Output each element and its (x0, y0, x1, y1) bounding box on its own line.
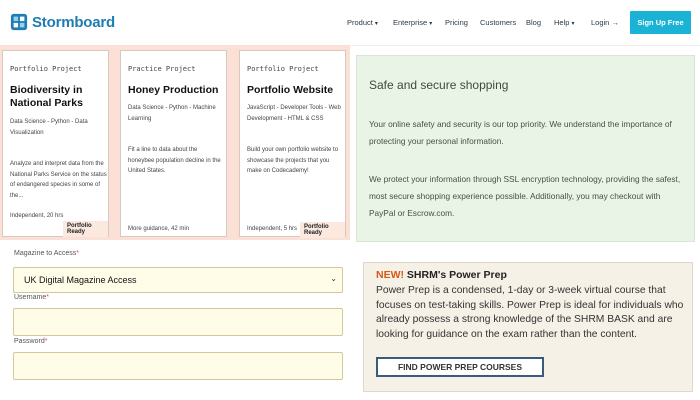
card-title: Portfolio Website (247, 84, 334, 96)
project-card[interactable]: Portfolio Project Portfolio Website Java… (239, 50, 346, 238)
shrm-promo-panel: NEW! SHRM's Power Prep Power Prep is a c… (363, 262, 693, 392)
nav-pricing[interactable]: Pricing (445, 18, 468, 27)
magazine-label-text: Magazine to Access (14, 250, 77, 257)
secure-shopping-panel: Safe and secure shopping Your online saf… (356, 55, 695, 242)
project-card[interactable]: Portfolio Project Biodiversity in Nation… (2, 50, 109, 237)
magazine-select-value: UK Digital Magazine Access (24, 275, 137, 285)
password-field[interactable] (13, 352, 343, 380)
magazine-label: Magazine to Access* (14, 250, 79, 257)
project-card[interactable]: Practice Project Honey Production Data S… (120, 50, 227, 237)
nav-login[interactable]: Login → (591, 18, 619, 27)
card-meta: Independent, 20 hrs (10, 213, 64, 219)
nav-help[interactable]: Help ▾ (554, 18, 574, 27)
logo-text: Stormboard (32, 13, 116, 31)
card-description: Build your own portfolio website to show… (247, 147, 339, 174)
nav-product-label: Product (347, 18, 373, 27)
card-description: Analyze and interpret data from the Nati… (10, 161, 107, 199)
chevron-down-icon: ▾ (374, 21, 378, 27)
card-tags: Data Science - Python - Data Visualizati… (10, 119, 88, 136)
username-field[interactable] (13, 308, 343, 336)
new-label: NEW! (376, 269, 404, 281)
signup-button[interactable]: Sign Up Free (630, 11, 691, 34)
card-tags: JavaScript - Developer Tools - Web Devel… (247, 105, 341, 122)
portfolio-ready-badge: Portfolio Ready (63, 221, 108, 237)
nav-customers[interactable]: Customers (480, 18, 516, 27)
card-meta: Independent, 5 hrs (247, 226, 298, 232)
card-title: Biodiversity in National Parks (10, 84, 83, 109)
magazine-select[interactable]: UK Digital Magazine Access ⌄ (13, 267, 343, 293)
card-type: Practice Project (128, 65, 196, 73)
chevron-down-icon: ▾ (429, 21, 433, 27)
card-type: Portfolio Project (247, 65, 319, 73)
required-mark: * (76, 250, 79, 257)
username-label-text: Username (14, 294, 47, 301)
nav-blog[interactable]: Blog (526, 18, 541, 27)
secure-shopping-paragraph: We protect your information through SSL … (369, 174, 681, 218)
card-title: Honey Production (128, 84, 219, 96)
stormboard-logo-icon (10, 13, 28, 31)
top-navigation: Stormboard Product ▾ Enterprise ▾ Pricing … (0, 0, 700, 46)
secure-shopping-paragraph: Your online safety and security is our t… (369, 119, 672, 146)
card-description: Fit a line to data about the honeybee po… (128, 147, 221, 174)
password-label: Password* (14, 338, 47, 345)
card-meta: More guidance, 42 min (128, 226, 190, 232)
required-mark: * (46, 294, 50, 301)
secure-shopping-title: Safe and secure shopping (369, 78, 509, 92)
nav-enterprise[interactable]: Enterprise ▾ (393, 18, 432, 27)
chevron-down-icon: ⌄ (330, 274, 337, 283)
required-mark: * (44, 338, 48, 345)
nav-login-label: Login (591, 18, 610, 27)
card-tags: Data Science - Python - Machine Learning (128, 105, 216, 122)
logo[interactable]: Stormboard (10, 13, 115, 31)
username-label: Username* (14, 294, 49, 301)
promo-title: NEW! SHRM's Power Prep (376, 269, 507, 281)
nav-enterprise-label: Enterprise (393, 18, 428, 27)
nav-help-label: Help (554, 18, 570, 27)
portfolio-ready-badge: Portfolio Ready (300, 222, 345, 238)
password-label-text: Password (14, 338, 45, 345)
nav-product[interactable]: Product ▾ (347, 18, 378, 27)
promo-body: Power Prep is a condensed, 1-day or 3-we… (376, 285, 684, 340)
card-type: Portfolio Project (10, 65, 82, 73)
find-power-prep-button[interactable]: FIND POWER PREP COURSES (376, 357, 544, 377)
arrow-right-icon: → (611, 18, 619, 27)
chevron-down-icon: ▾ (571, 21, 575, 27)
promo-title-text: SHRM's Power Prep (406, 269, 507, 281)
